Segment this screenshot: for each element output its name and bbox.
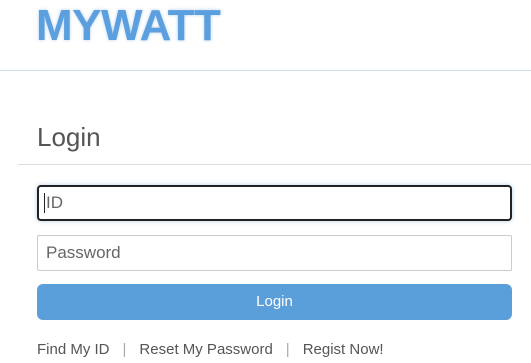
header-divider xyxy=(0,70,531,71)
link-separator: | xyxy=(122,341,127,358)
heading-divider xyxy=(18,164,531,165)
login-heading: Login xyxy=(37,122,101,152)
text-cursor xyxy=(44,193,45,213)
brand-logo: MYWATT xyxy=(36,1,221,50)
account-links: Find My ID | Reset My Password | Regist Now! xyxy=(37,342,384,357)
id-input[interactable] xyxy=(37,185,512,221)
register-link[interactable]: Regist Now! xyxy=(303,341,384,358)
password-input[interactable] xyxy=(37,235,512,271)
login-button[interactable]: Login xyxy=(37,284,512,320)
link-separator: | xyxy=(285,341,290,358)
find-id-link[interactable]: Find My ID xyxy=(37,341,110,358)
reset-password-link[interactable]: Reset My Password xyxy=(139,341,272,358)
